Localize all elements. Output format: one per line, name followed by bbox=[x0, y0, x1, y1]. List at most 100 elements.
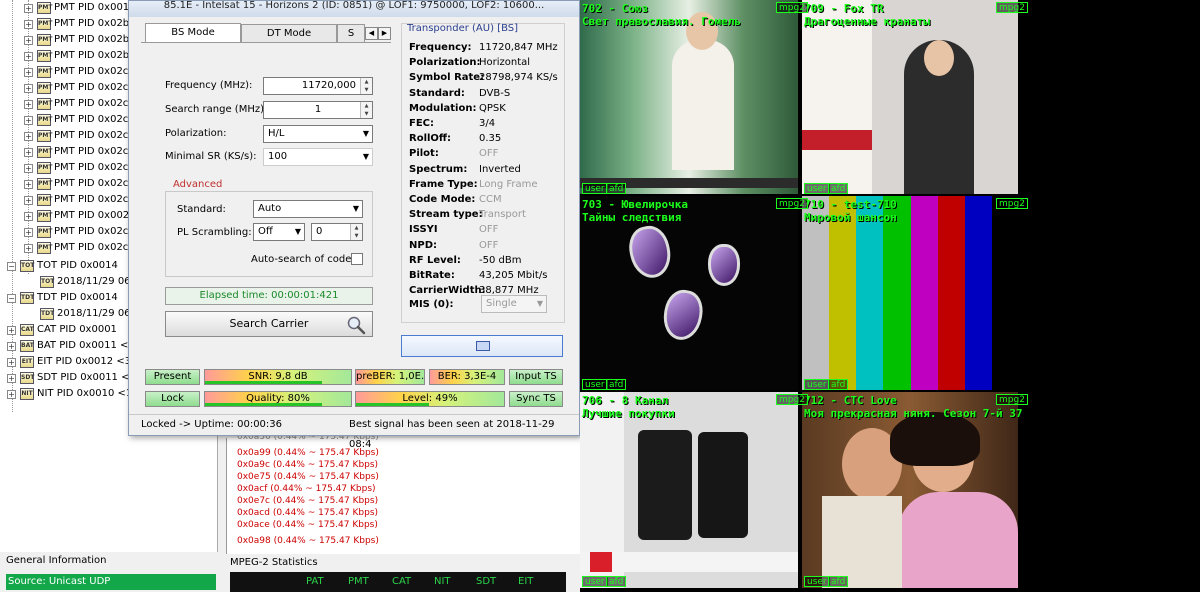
tree-row-pmt[interactable]: + PMT PMT PID 0x02c bbox=[24, 64, 128, 80]
auto-search-checkbox[interactable] bbox=[351, 253, 363, 265]
table-icon: PMT bbox=[37, 34, 52, 46]
minimal-sr-select[interactable]: 100 ▼ bbox=[263, 148, 373, 166]
channel-710-programme: Мировой шансон bbox=[804, 211, 897, 224]
general-information-title: General Information bbox=[6, 555, 107, 566]
spin-icon[interactable]: ▲ ▼ bbox=[360, 102, 372, 118]
video-tile-702[interactable] bbox=[580, 0, 798, 194]
channel-709-number: 709 - Fox TR bbox=[804, 2, 884, 15]
search-carrier-button[interactable]: Search Carrier bbox=[165, 311, 373, 337]
search-range-input[interactable]: 1 ▲ ▼ bbox=[263, 101, 373, 119]
source-item[interactable]: Source: Unicast UDP bbox=[6, 574, 216, 590]
transponder-field-label: RF Level: bbox=[409, 254, 461, 266]
magnifier-icon bbox=[347, 316, 366, 335]
transponder-field-value: 0.35 bbox=[479, 133, 502, 145]
tree-row-pmt[interactable]: + PMT PMT PID 0x02c bbox=[24, 80, 128, 96]
table-icon: PMT bbox=[37, 226, 52, 238]
transponder-field-label: NPD: bbox=[409, 239, 437, 251]
transponder-field-value: 43,205 Mbit/s bbox=[479, 270, 548, 281]
channel-703-programme: Тайны следствия bbox=[582, 211, 682, 224]
transponder-field-value: 3/4 bbox=[479, 118, 496, 129]
table-icon: PMT bbox=[37, 210, 52, 222]
search-range-label: Search range (MHz): bbox=[165, 104, 268, 115]
spin-icon[interactable]: ▲ ▼ bbox=[360, 78, 372, 94]
user-badge: user bbox=[582, 183, 608, 194]
tree-row-bat[interactable]: + BAT BAT PID 0x0011 <1 bbox=[7, 338, 135, 354]
elapsed-time: Elapsed time: 00:00:01:421 bbox=[165, 287, 373, 305]
tree-row-sdt[interactable]: + SDT SDT PID 0x0011 <1 bbox=[7, 370, 136, 386]
user-badge: user bbox=[804, 379, 830, 390]
expand-button[interactable] bbox=[401, 335, 563, 357]
spin-icon[interactable]: ▲ ▼ bbox=[350, 224, 362, 240]
color-bar bbox=[856, 196, 884, 390]
video-tile-712[interactable] bbox=[802, 392, 1018, 588]
transponder-field-value: -50 dBm bbox=[479, 254, 522, 266]
transponder-field-value: 28798,974 KS/s bbox=[479, 72, 558, 84]
color-bar bbox=[964, 196, 992, 390]
tree-row-pmt[interactable]: + PMT PMT PID 0x02c bbox=[24, 176, 128, 192]
color-bar bbox=[829, 196, 857, 390]
mpeg-col-pat: PAT bbox=[306, 576, 324, 587]
tab-scroll-left-icon[interactable]: ◀ bbox=[365, 27, 378, 40]
standard-label: Standard: bbox=[177, 204, 226, 215]
list-item: 0x0acd (0.44% ~ 175.47 Kbps) bbox=[237, 508, 379, 518]
tree-row-pmt[interactable]: + PMT PMT PID 0x02c bbox=[24, 160, 128, 176]
video-tile-710[interactable] bbox=[802, 196, 1018, 390]
standard-select[interactable]: Auto ▼ bbox=[253, 200, 363, 218]
tree-row-tot-time[interactable]: TOT 2018/11/29 06:4 bbox=[40, 274, 140, 290]
blind-scan-dialog: 85.1E - Intelsat 15 - Horizons 2 (ID: 08… bbox=[128, 0, 580, 450]
tree-row-pmt[interactable]: + PMT PMT PID 0x02c bbox=[24, 144, 128, 160]
frequency-input[interactable]: 11720,000 ▲ ▼ bbox=[263, 77, 373, 95]
tree-row-tot[interactable]: − TOT TOT PID 0x0014 bbox=[7, 258, 118, 274]
transponder-field-value: 11720,847 MHz bbox=[479, 42, 558, 53]
tree-row-pmt[interactable]: + PMT PMT PID 0x02c bbox=[24, 128, 128, 144]
tree-row-pmt[interactable]: + PMT PMT PID 0x001 bbox=[24, 0, 129, 16]
video-tile-703[interactable] bbox=[580, 196, 798, 390]
tab-bs-mode[interactable]: BS Mode bbox=[145, 23, 241, 43]
tree-row-tdt[interactable]: − TDT TDT PID 0x0014 bbox=[7, 290, 118, 306]
snr-meter: SNR: 9,8 dB bbox=[204, 369, 352, 385]
tab-s[interactable]: S bbox=[337, 24, 365, 42]
table-icon: TOT bbox=[20, 260, 34, 272]
tree-row-pmt[interactable]: + PMT PMT PID 0x02c bbox=[24, 96, 128, 112]
tree-row-pmt[interactable]: + PMT PMT PID 0x02c bbox=[24, 224, 128, 240]
snr-level-bar bbox=[205, 381, 322, 384]
tree-row-pmt[interactable]: + PMT PMT PID 0x02c bbox=[24, 192, 128, 208]
afd-badge: afd bbox=[828, 183, 849, 194]
tree-row-pmt[interactable]: + PMT PMT PID 0x002 bbox=[24, 208, 129, 224]
tab-scroll-right-icon[interactable]: ▶ bbox=[378, 27, 391, 40]
table-icon: PMT bbox=[37, 114, 52, 126]
table-icon: EIT bbox=[20, 356, 34, 368]
advanced-title: Advanced bbox=[171, 179, 225, 190]
list-item: 0x0a98 (0.44% ~ 175.47 Kbps) bbox=[237, 536, 379, 546]
channel-702-programme: Свет православия. Гомель bbox=[582, 15, 741, 28]
table-icon: PMT bbox=[37, 130, 52, 142]
codec-badge: mpg2 bbox=[996, 2, 1028, 13]
tab-dt-mode[interactable]: DT Mode bbox=[241, 24, 337, 42]
tree-row-pmt[interactable]: + PMT PMT PID 0x02b bbox=[24, 32, 129, 48]
polarization-select[interactable]: H/L ▼ bbox=[263, 125, 373, 143]
pl-scrambling-select[interactable]: Off ▼ bbox=[253, 223, 305, 241]
tree-row-tdt-time[interactable]: TDT 2018/11/29 06:4 bbox=[40, 306, 140, 322]
video-tile-706[interactable] bbox=[580, 392, 798, 588]
tree-row-nit[interactable]: + NIT NIT PID 0x0010 <1E bbox=[7, 386, 139, 402]
video-tile-709[interactable] bbox=[802, 0, 1018, 194]
pl-scrambling-code-input[interactable]: 0 ▲ ▼ bbox=[311, 223, 363, 241]
tree-row-pmt[interactable]: + PMT PMT PID 0x02b bbox=[24, 16, 129, 32]
codec-badge: mpg2 bbox=[996, 198, 1028, 209]
mpeg-col-cat: CAT bbox=[392, 576, 412, 587]
tree-row-pmt[interactable]: + PMT PMT PID 0x02c bbox=[24, 112, 128, 128]
channel-709-programme: Драгоценные кранаты bbox=[804, 15, 930, 28]
table-icon: PMT bbox=[37, 98, 52, 110]
mis-select[interactable]: Single ▼ bbox=[481, 295, 547, 313]
codec-badge: mpg2 bbox=[776, 2, 808, 13]
transponder-field-label: ISSYI bbox=[409, 224, 438, 236]
tree-row-pmt[interactable]: + PMT PMT PID 0x02b bbox=[24, 48, 129, 64]
tree-row-pmt[interactable]: + PMT PMT PID 0x02c bbox=[24, 240, 128, 256]
tree-row-cat[interactable]: + CAT CAT PID 0x0001 bbox=[7, 322, 117, 338]
transponder-field-value: Transport bbox=[479, 209, 526, 221]
afd-badge: afd bbox=[606, 183, 627, 194]
transponder-field-value: QPSK bbox=[479, 102, 506, 114]
tree-row-eit[interactable]: + EIT EIT PID 0x0012 <34 bbox=[7, 354, 137, 370]
window-icon bbox=[476, 341, 490, 351]
chevron-down-icon: ▼ bbox=[536, 299, 543, 308]
